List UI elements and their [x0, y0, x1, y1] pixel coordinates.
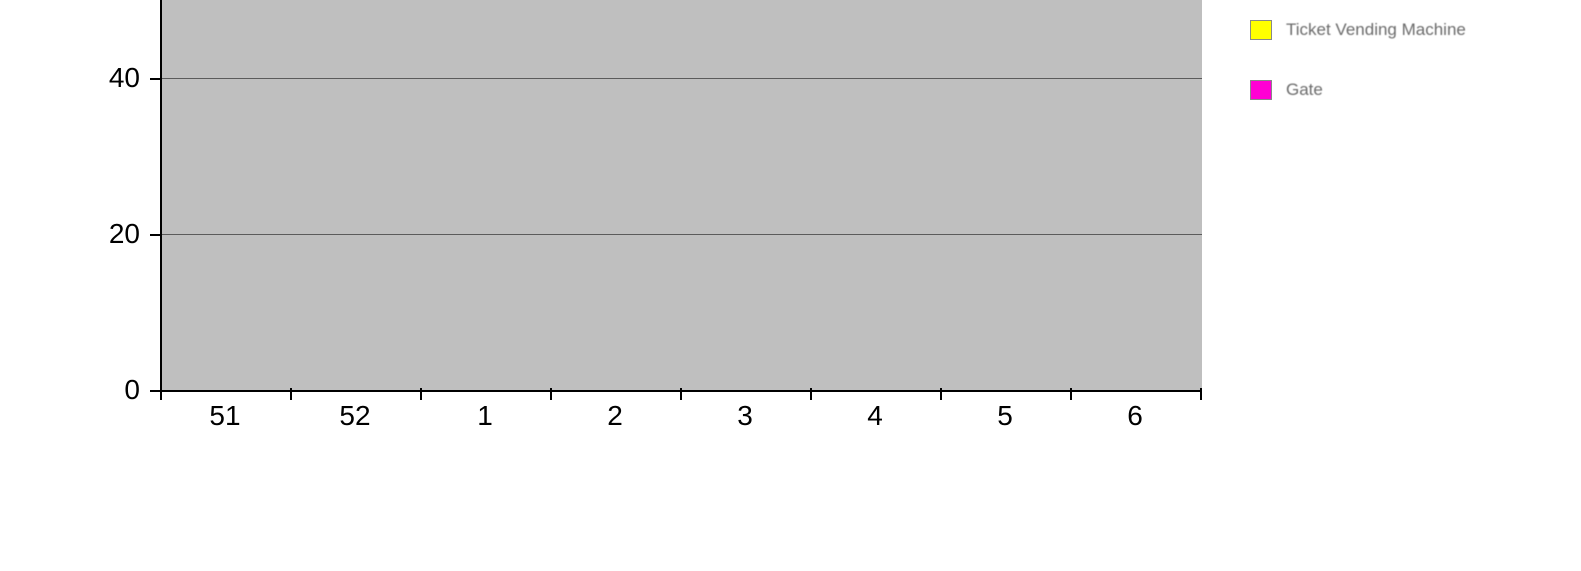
y-tick: [150, 234, 160, 236]
x-tick: [420, 388, 422, 400]
y-axis-label: 20: [80, 218, 140, 250]
legend-swatch-icon: [1250, 80, 1272, 100]
chart-container: 0 20 40 51 52 1 2 3 4 5 6 Ticket Vending…: [0, 0, 1581, 571]
x-tick: [160, 388, 162, 400]
x-axis-label: 2: [607, 400, 623, 432]
x-tick: [810, 388, 812, 400]
y-axis-label: 40: [80, 62, 140, 94]
y-axis-label: 0: [80, 374, 140, 406]
x-tick: [680, 388, 682, 400]
y-tick: [150, 78, 160, 80]
x-axis-label: 4: [867, 400, 883, 432]
legend-swatch-icon: [1250, 20, 1272, 40]
x-tick: [940, 388, 942, 400]
y-tick: [150, 390, 160, 392]
x-tick: [550, 388, 552, 400]
x-axis-label: 5: [997, 400, 1013, 432]
legend-item-tvm: Ticket Vending Machine: [1250, 20, 1550, 40]
x-axis-label: 6: [1127, 400, 1143, 432]
gridline: [162, 78, 1202, 79]
legend: Ticket Vending Machine Gate: [1250, 20, 1550, 140]
x-tick: [1070, 388, 1072, 400]
x-axis-label: 1: [477, 400, 493, 432]
x-tick: [290, 388, 292, 400]
legend-label: Gate: [1286, 80, 1323, 100]
x-tick: [1200, 388, 1202, 400]
legend-item-gate: Gate: [1250, 80, 1550, 100]
gridline: [162, 234, 1202, 235]
x-axis-label: 3: [737, 400, 753, 432]
x-axis-label: 51: [209, 400, 240, 432]
x-axis-label: 52: [339, 400, 370, 432]
legend-label: Ticket Vending Machine: [1286, 20, 1466, 40]
plot-area: [160, 0, 1202, 392]
